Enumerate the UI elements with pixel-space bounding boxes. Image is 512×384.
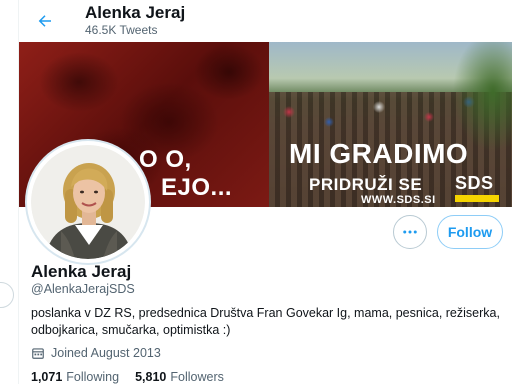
follow-button[interactable]: Follow (437, 215, 503, 249)
following-count: 1,071 (31, 370, 63, 384)
banner-left-line1: O O, (139, 146, 192, 173)
follow-stats: 1,071 Following 5,810 Followers (31, 370, 224, 384)
banner-subtitle: PRIDRUŽI SE (309, 175, 423, 194)
banner-brand-logo: SDS (455, 173, 494, 193)
profile-display-name: Alenka Jeraj (31, 262, 132, 281)
following-link[interactable]: 1,071 Following (31, 370, 119, 384)
header-title: Alenka Jeraj (85, 3, 186, 22)
tweet-count: 46.5K Tweets (85, 23, 158, 37)
profile-page: Alenka Jeraj 46.5K Tweets O O, EJO... MI… (18, 0, 512, 384)
following-label: Following (66, 370, 120, 384)
left-sidebar-edge (0, 0, 18, 384)
profile-handle: @AlenkaJerajSDS (31, 282, 135, 296)
banner-left-line2: EJO... (161, 174, 233, 201)
banner-title: MI GRADIMO (289, 138, 469, 169)
banner-brand-bar (455, 195, 499, 202)
followers-link[interactable]: 5,810 Followers (135, 370, 224, 384)
followers-label: Followers (170, 370, 224, 384)
sidebar-partial-button[interactable] (0, 282, 14, 308)
more-options-button[interactable] (393, 215, 427, 249)
joined-text: Joined August 2013 (51, 346, 161, 360)
back-button[interactable] (31, 7, 59, 35)
profile-bio: poslanka v DZ RS, predsednica Društva Fr… (31, 306, 500, 337)
banner-tree (453, 42, 512, 152)
profile-header: Alenka Jeraj 46.5K Tweets (19, 0, 512, 42)
calendar-icon (32, 348, 44, 359)
profile-avatar[interactable] (27, 141, 149, 263)
avatar-photo (31, 145, 145, 259)
arrow-left-icon (38, 15, 51, 27)
avatar-portrait (31, 145, 145, 259)
joined-date: Joined August 2013 (31, 346, 161, 360)
more-icon (403, 230, 417, 234)
banner-url: WWW.SDS.SI (361, 194, 436, 206)
followers-count: 5,810 (135, 370, 167, 384)
